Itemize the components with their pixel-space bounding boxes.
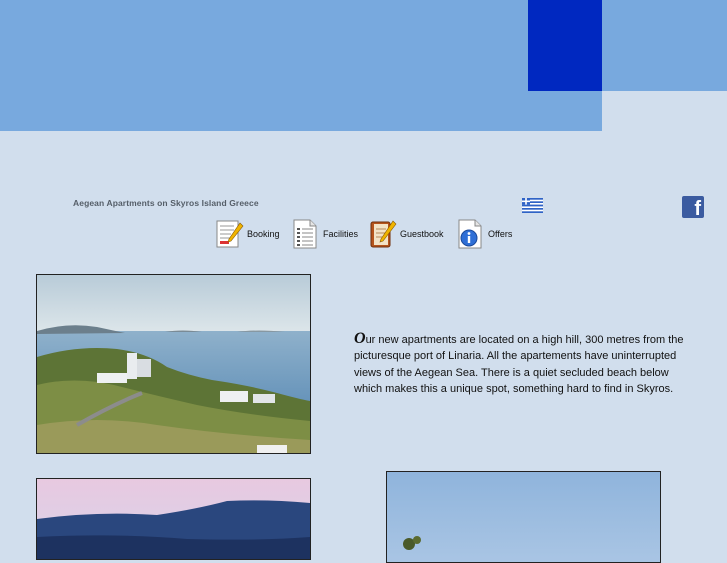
nav-item-booking[interactable]: Booking bbox=[216, 218, 280, 250]
nav-item-facilities[interactable]: Facilities bbox=[292, 218, 358, 250]
coast-photo bbox=[36, 478, 311, 560]
site-title: Aegean Apartments on Skyros Island Greec… bbox=[73, 198, 259, 208]
facebook-letter: f bbox=[694, 198, 701, 218]
facebook-icon[interactable]: f bbox=[682, 196, 704, 218]
booking-form-pencil-icon bbox=[216, 220, 244, 248]
nav-label-offers: Offers bbox=[488, 229, 513, 239]
nav-item-guestbook[interactable]: Guestbook bbox=[369, 218, 444, 250]
facilities-list-document-icon bbox=[293, 219, 317, 249]
sea-view-photo bbox=[36, 274, 311, 454]
nav-label-facilities: Facilities bbox=[323, 229, 359, 239]
intro-paragraph: Our new apartments are located on a high… bbox=[354, 330, 690, 397]
header-banner bbox=[0, 0, 602, 131]
offers-info-document-icon bbox=[458, 219, 482, 249]
nav-label-guestbook: Guestbook bbox=[400, 229, 444, 239]
garden-photo bbox=[386, 471, 661, 563]
nav-item-offers[interactable]: Offers bbox=[457, 218, 512, 250]
nav-label-booking: Booking bbox=[247, 229, 280, 239]
header-accent-block bbox=[528, 0, 602, 91]
intro-initial: O bbox=[354, 330, 366, 347]
intro-text: ur new apartments are located on a high … bbox=[354, 334, 684, 395]
greek-flag-icon[interactable] bbox=[522, 198, 543, 213]
header-banner-right bbox=[602, 0, 727, 91]
guestbook-notebook-pencil-icon bbox=[370, 220, 397, 248]
main-nav: Booking Facilities Guestbook Offers bbox=[0, 218, 727, 250]
